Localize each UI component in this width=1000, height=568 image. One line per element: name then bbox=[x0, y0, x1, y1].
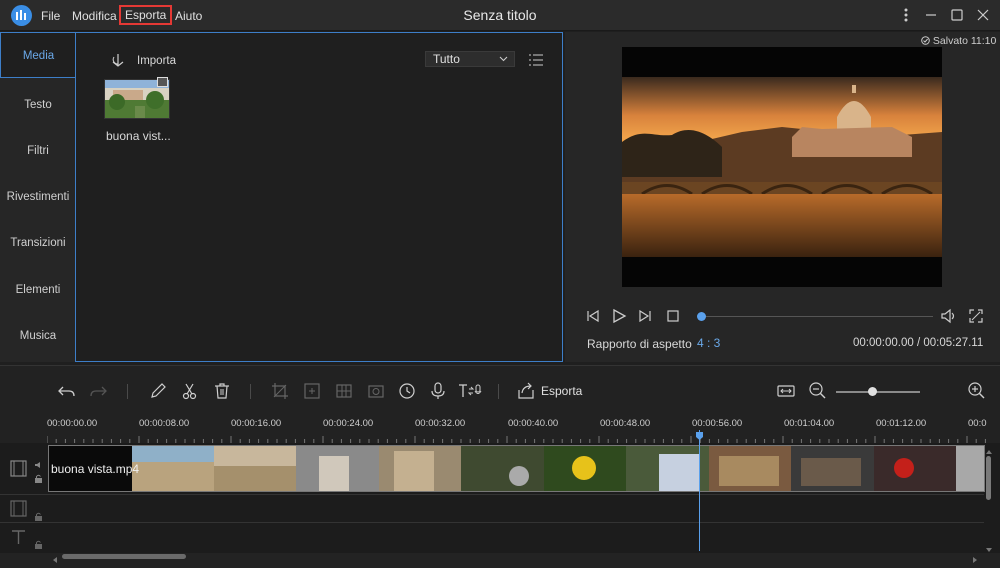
ruler-label: 00:01:04.00 bbox=[784, 418, 835, 429]
video-clip[interactable] bbox=[48, 445, 985, 492]
tab-elementi[interactable]: Elementi bbox=[0, 267, 76, 313]
filter-value: Tutto bbox=[433, 52, 460, 66]
mute-icon[interactable] bbox=[34, 458, 43, 472]
tab-media[interactable]: Media bbox=[0, 32, 76, 78]
aspect-ratio-select[interactable]: 4 : 3 bbox=[697, 336, 720, 350]
menu-modifica[interactable]: Modifica bbox=[72, 9, 117, 23]
import-button[interactable]: Importa bbox=[137, 55, 176, 67]
crop-icon[interactable] bbox=[270, 381, 290, 404]
menu-esporta[interactable]: Esporta bbox=[118, 5, 173, 25]
duration-clock-icon[interactable] bbox=[397, 381, 417, 404]
ruler-label: 00:00:56.00 bbox=[692, 418, 743, 429]
playhead[interactable] bbox=[699, 430, 700, 551]
aspect-ratio-label: Rapporto di aspetto bbox=[587, 337, 692, 351]
trash-icon[interactable] bbox=[212, 381, 232, 404]
check-circle-icon bbox=[921, 36, 930, 45]
ruler-ticks bbox=[47, 436, 986, 443]
thumbnail-checkbox[interactable] bbox=[157, 77, 168, 87]
export-button[interactable]: Esporta bbox=[541, 384, 582, 398]
ruler-label: 00:00:08.00 bbox=[139, 418, 190, 429]
scroll-left-icon[interactable] bbox=[52, 553, 58, 567]
menu-file[interactable]: File bbox=[41, 9, 60, 23]
track-divider bbox=[0, 494, 984, 495]
zoom-out-icon[interactable] bbox=[808, 381, 828, 404]
track-divider bbox=[0, 522, 984, 523]
saved-status: Salvato 11:10 bbox=[921, 35, 996, 47]
toolbar-separator bbox=[498, 384, 499, 399]
fullscreen-icon[interactable] bbox=[968, 308, 984, 327]
tab-rivestimenti[interactable]: Rivestimenti bbox=[0, 174, 76, 220]
freeze-frame-icon[interactable] bbox=[366, 381, 386, 404]
list-view-icon[interactable] bbox=[528, 53, 544, 70]
stop-icon[interactable] bbox=[666, 308, 682, 327]
lock-icon[interactable] bbox=[34, 510, 43, 524]
timeline-horizontal-scrollbar[interactable] bbox=[62, 554, 186, 559]
mosaic-icon[interactable] bbox=[302, 381, 322, 404]
lock-icon[interactable] bbox=[34, 472, 43, 486]
scroll-right-icon[interactable] bbox=[972, 553, 978, 567]
title-bar: File Modifica Esporta Aiuto Senza titolo bbox=[0, 0, 1000, 31]
microphone-icon[interactable] bbox=[428, 381, 448, 404]
tab-testo[interactable]: Testo bbox=[0, 82, 76, 128]
ruler-label: 00:00:24.00 bbox=[323, 418, 374, 429]
chevron-down-icon bbox=[499, 56, 508, 62]
zoom-in-icon[interactable] bbox=[967, 381, 987, 404]
lock-icon[interactable] bbox=[34, 538, 43, 552]
ruler-label: 00:00:00.00 bbox=[47, 418, 98, 429]
ruler-label: 00:00:48.00 bbox=[600, 418, 651, 429]
playback-progress-knob[interactable] bbox=[697, 312, 706, 321]
fit-timeline-icon[interactable] bbox=[776, 381, 796, 404]
menu-aiuto[interactable]: Aiuto bbox=[175, 9, 202, 23]
tab-transizioni[interactable]: Transizioni bbox=[0, 220, 76, 266]
volume-icon[interactable] bbox=[940, 308, 958, 327]
grid-icon[interactable] bbox=[334, 381, 354, 404]
zoom-slider-track[interactable] bbox=[836, 391, 920, 393]
toolbar-separator bbox=[250, 384, 251, 399]
ruler-label: 00:0 bbox=[968, 418, 987, 429]
play-icon[interactable] bbox=[611, 308, 627, 327]
scroll-up-icon[interactable] bbox=[985, 444, 993, 458]
edit-pencil-icon[interactable] bbox=[148, 381, 168, 404]
timecode: 00:00:00.00 / 00:05:27.11 bbox=[853, 337, 984, 349]
ruler-label: 00:00:16.00 bbox=[231, 418, 282, 429]
playback-progress-track[interactable] bbox=[701, 316, 933, 317]
ruler-label: 00:01:12.00 bbox=[876, 418, 927, 429]
export-icon[interactable] bbox=[516, 381, 536, 404]
undo-icon[interactable] bbox=[57, 381, 77, 404]
scissors-icon[interactable] bbox=[180, 381, 200, 404]
ruler-label: 00:00:32.00 bbox=[415, 418, 466, 429]
tab-filtri[interactable]: Filtri bbox=[0, 128, 76, 174]
tab-musica[interactable]: Musica bbox=[0, 313, 76, 359]
timeline-vertical-scrollbar[interactable] bbox=[986, 456, 991, 500]
close-icon[interactable] bbox=[972, 5, 994, 25]
text-to-speech-icon[interactable] bbox=[457, 381, 485, 404]
zoom-slider-knob[interactable] bbox=[868, 387, 877, 396]
playhead-handle[interactable] bbox=[695, 430, 704, 444]
video-preview[interactable] bbox=[622, 47, 942, 287]
next-frame-icon[interactable] bbox=[637, 308, 653, 327]
clip-name: buona vista.mp4 bbox=[51, 462, 140, 476]
minimize-icon[interactable] bbox=[920, 5, 942, 25]
overlay-track-icon bbox=[10, 500, 27, 520]
maximize-icon[interactable] bbox=[946, 5, 968, 25]
toolbar-separator bbox=[127, 384, 128, 399]
prev-frame-icon[interactable] bbox=[585, 308, 601, 327]
scroll-down-icon[interactable] bbox=[985, 542, 993, 556]
more-options-icon[interactable] bbox=[895, 5, 917, 25]
library-tabs: Media Testo Filtri Rivestimenti Transizi… bbox=[0, 32, 76, 362]
media-filter-select[interactable]: Tutto bbox=[425, 51, 515, 67]
text-track-icon bbox=[10, 528, 27, 548]
import-icon[interactable] bbox=[110, 52, 126, 71]
panel-divider bbox=[75, 32, 563, 33]
app-logo-icon bbox=[11, 5, 32, 26]
redo-icon[interactable] bbox=[88, 381, 108, 404]
ruler-label: 00:00:40.00 bbox=[508, 418, 559, 429]
video-track-icon bbox=[10, 460, 27, 480]
media-item-name: buona vist... bbox=[106, 129, 171, 143]
